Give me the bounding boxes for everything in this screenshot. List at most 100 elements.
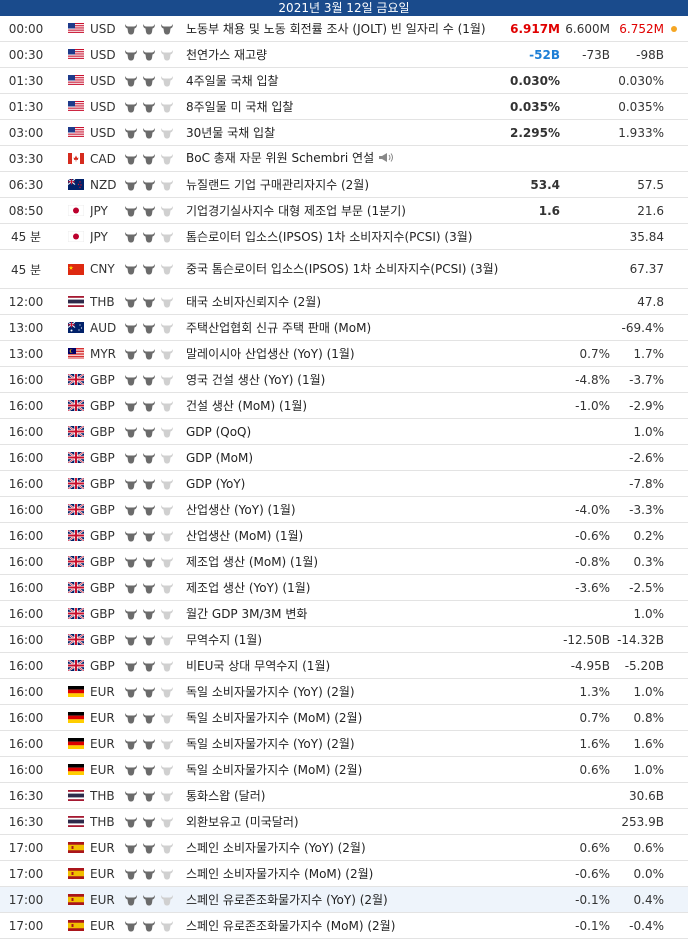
importance-rating — [124, 764, 186, 776]
table-row[interactable]: 00:30 USD 천연가스 재고량 -52B -73B -98B — [0, 42, 688, 68]
table-row[interactable]: 16:00 GBP 산업생산 (MoM) (1월) -0.6% 0.2% — [0, 523, 688, 549]
event-name[interactable]: GDP (MoM) — [186, 451, 504, 465]
event-time: 12:00 — [8, 294, 44, 309]
event-name[interactable]: 30년물 국채 입찰 — [186, 126, 504, 140]
previous-value: 0.2% — [633, 528, 665, 543]
table-row[interactable]: 16:00 GBP GDP (YoY) -7.8% — [0, 471, 688, 497]
event-name[interactable]: 비EU국 상대 무역수지 (1월) — [186, 659, 504, 673]
currency-code: EUR — [90, 710, 115, 725]
bull-filled-icon — [124, 634, 138, 646]
previous-value: -69.4% — [621, 320, 664, 335]
event-name[interactable]: 스페인 소비자물가지수 (MoM) (2월) — [186, 867, 504, 881]
table-row[interactable]: 00:00 USD 노동부 채용 및 노동 회전률 조사 (JOLT) 빈 일자리 … — [0, 16, 688, 42]
table-row[interactable]: 16:00 EUR 독일 소비자물가지수 (YoY) (2월) 1.3% 1.0% — [0, 679, 688, 705]
event-name[interactable]: 스페인 유로존조화물가지수 (MoM) (2월) — [186, 919, 504, 933]
table-row[interactable]: 16:00 GBP GDP (MoM) -2.6% — [0, 445, 688, 471]
table-row[interactable]: 16:00 GBP 산업생산 (YoY) (1월) -4.0% -3.3% — [0, 497, 688, 523]
event-name[interactable]: 산업생산 (MoM) (1월) — [186, 529, 504, 543]
event-name[interactable]: 독일 소비자물가지수 (YoY) (2월) — [186, 737, 504, 751]
table-row[interactable]: 16:00 EUR 독일 소비자물가지수 (YoY) (2월) 1.6% 1.6% — [0, 731, 688, 757]
event-time: 16:00 — [8, 450, 44, 465]
table-row[interactable]: 12:00 THB 태국 소비자신뢰지수 (2월) 47.8 — [0, 289, 688, 315]
event-name[interactable]: GDP (YoY) — [186, 477, 504, 491]
table-row[interactable]: 16:00 GBP 무역수지 (1월) -12.50B -14.32B — [0, 627, 688, 653]
importance-rating — [124, 374, 186, 386]
bull-empty-icon — [160, 127, 174, 139]
table-row[interactable]: 16:00 GBP 월간 GDP 3M/3M 변화 1.0% — [0, 601, 688, 627]
event-name[interactable]: 통화스왑 (달러) — [186, 789, 504, 803]
table-row[interactable]: 16:00 GBP 비EU국 상대 무역수지 (1월) -4.95B -5.20B — [0, 653, 688, 679]
flag-gb-icon — [68, 530, 84, 541]
event-name[interactable]: 독일 소비자물가지수 (MoM) (2월) — [186, 711, 504, 725]
currency-code: MYR — [90, 346, 117, 361]
event-name[interactable]: 독일 소비자물가지수 (MoM) (2월) — [186, 763, 504, 777]
currency-code: JPY — [90, 203, 108, 218]
event-name[interactable]: GDP (QoQ) — [186, 425, 504, 439]
event-name[interactable]: 4주일물 국채 입찰 — [186, 74, 504, 88]
table-row[interactable]: 03:00 USD 30년물 국채 입찰 2.295% 1.933% — [0, 120, 688, 146]
forecast-value: -3.6% — [575, 580, 610, 595]
event-name[interactable]: 제조업 생산 (YoY) (1월) — [186, 581, 504, 595]
event-name[interactable]: 스페인 소비자물가지수 (YoY) (2월) — [186, 841, 504, 855]
previous-value: 6.752M — [619, 21, 664, 36]
table-row[interactable]: 45 분 JPY 톰슨로이터 입소스(IPSOS) 1차 소비자지수(PCSI) (… — [0, 224, 688, 250]
table-row[interactable]: 16:30 THB 외환보유고 (미국달러) 253.9B — [0, 809, 688, 835]
table-row[interactable]: 13:00 AUD 주택산업협회 신규 주택 판매 (MoM) -69.4% — [0, 315, 688, 341]
event-name[interactable]: 8주일물 미 국채 입찰 — [186, 100, 504, 114]
event-name[interactable]: 외환보유고 (미국달러) — [186, 815, 504, 829]
event-name[interactable]: 월간 GDP 3M/3M 변화 — [186, 607, 504, 621]
table-row[interactable]: 16:30 THB 통화스왑 (달러) 30.6B — [0, 783, 688, 809]
event-name[interactable]: 건설 생산 (MoM) (1월) — [186, 399, 504, 413]
event-name[interactable]: 기업경기실사지수 대형 제조업 부문 (1분기) — [186, 204, 504, 218]
table-row[interactable]: 01:30 USD 8주일물 미 국채 입찰 0.035% 0.035% — [0, 94, 688, 120]
event-name[interactable]: 독일 소비자물가지수 (YoY) (2월) — [186, 685, 504, 699]
event-name[interactable]: 스페인 유로존조화물가지수 (YoY) (2월) — [186, 893, 504, 907]
previous-value: -0.4% — [629, 918, 664, 933]
table-row[interactable]: 06:30 NZD 뉴질랜드 기업 구매관리자지수 (2월) 53.4 57.5 — [0, 172, 688, 198]
event-time: 03:30 — [8, 151, 44, 166]
table-row[interactable]: 17:00 EUR 스페인 유로존조화물가지수 (MoM) (2월) -0.1% -0.… — [0, 913, 688, 939]
table-row[interactable]: 03:30 CAD BoC 총재 자문 위원 Schembri 연설 — [0, 146, 688, 172]
table-row[interactable]: 16:00 GBP 제조업 생산 (YoY) (1월) -3.6% -2.5% — [0, 575, 688, 601]
table-row[interactable]: 16:00 EUR 독일 소비자물가지수 (MoM) (2월) 0.7% 0.8% — [0, 705, 688, 731]
event-name[interactable]: 산업생산 (YoY) (1월) — [186, 503, 504, 517]
event-name[interactable]: 무역수지 (1월) — [186, 633, 504, 647]
table-row[interactable]: 01:30 USD 4주일물 국채 입찰 0.030% 0.030% — [0, 68, 688, 94]
event-name[interactable]: 주택산업협회 신규 주택 판매 (MoM) — [186, 321, 504, 335]
table-row[interactable]: 45 분 CNY 중국 톰슨로이터 입소스(IPSOS) 1차 소비자지수(PCSI… — [0, 250, 688, 289]
forecast-value: 0.7% — [579, 346, 611, 361]
importance-rating — [124, 530, 186, 542]
table-row[interactable]: 17:00 EUR 스페인 소비자물가지수 (MoM) (2월) -0.6% 0.0% — [0, 861, 688, 887]
table-row[interactable]: 16:00 GBP 제조업 생산 (MoM) (1월) -0.8% 0.3% — [0, 549, 688, 575]
table-row[interactable]: 13:00 MYR 말레이시아 산업생산 (YoY) (1월) 0.7% 1.7% — [0, 341, 688, 367]
bull-filled-icon — [124, 504, 138, 516]
table-row[interactable]: 16:00 GBP 영국 건설 생산 (YoY) (1월) -4.8% -3.7% — [0, 367, 688, 393]
bull-filled-icon — [124, 153, 138, 165]
event-name[interactable]: 태국 소비자신뢰지수 (2월) — [186, 295, 504, 309]
event-name[interactable]: 제조업 생산 (MoM) (1월) — [186, 555, 504, 569]
currency-code: EUR — [90, 892, 115, 907]
previous-value: 0.6% — [633, 840, 665, 855]
event-name[interactable]: 천연가스 재고량 — [186, 48, 504, 62]
currency-code: THB — [90, 814, 115, 829]
event-name[interactable]: 뉴질랜드 기업 구매관리자지수 (2월) — [186, 178, 504, 192]
event-name[interactable]: BoC 총재 자문 위원 Schembri 연설 — [186, 151, 504, 166]
table-row[interactable]: 16:00 EUR 독일 소비자물가지수 (MoM) (2월) 0.6% 1.0% — [0, 757, 688, 783]
table-row[interactable]: 08:50 JPY 기업경기실사지수 대형 제조업 부문 (1분기) 1.6 21.6 — [0, 198, 688, 224]
event-name[interactable]: 중국 톰슨로이터 입소스(IPSOS) 1차 소비자지수(PCSI) (3월) — [186, 262, 504, 276]
currency-code: USD — [90, 99, 116, 114]
table-row[interactable]: 17:00 EUR 스페인 유로존조화물가지수 (YoY) (2월) -0.1% 0.4… — [0, 887, 688, 913]
event-name[interactable]: 영국 건설 생산 (YoY) (1월) — [186, 373, 504, 387]
table-row[interactable]: 16:00 GBP GDP (QoQ) 1.0% — [0, 419, 688, 445]
event-name[interactable]: 말레이시아 산업생산 (YoY) (1월) — [186, 347, 504, 361]
currency-code: EUR — [90, 866, 115, 881]
bull-filled-icon — [124, 920, 138, 932]
event-name[interactable]: 노동부 채용 및 노동 회전률 조사 (JOLT) 빈 일자리 수 (1월) — [186, 22, 504, 36]
table-row[interactable]: 17:00 EUR 스페인 소비자물가지수 (YoY) (2월) 0.6% 0.6% — [0, 835, 688, 861]
bull-filled-icon — [124, 686, 138, 698]
table-row[interactable]: 16:00 GBP 건설 생산 (MoM) (1월) -1.0% -2.9% — [0, 393, 688, 419]
bull-empty-icon — [160, 101, 174, 113]
event-time: 00:30 — [8, 47, 44, 62]
event-name[interactable]: 톰슨로이터 입소스(IPSOS) 1차 소비자지수(PCSI) (3월) — [186, 230, 504, 244]
previous-value: 1.0% — [633, 762, 665, 777]
